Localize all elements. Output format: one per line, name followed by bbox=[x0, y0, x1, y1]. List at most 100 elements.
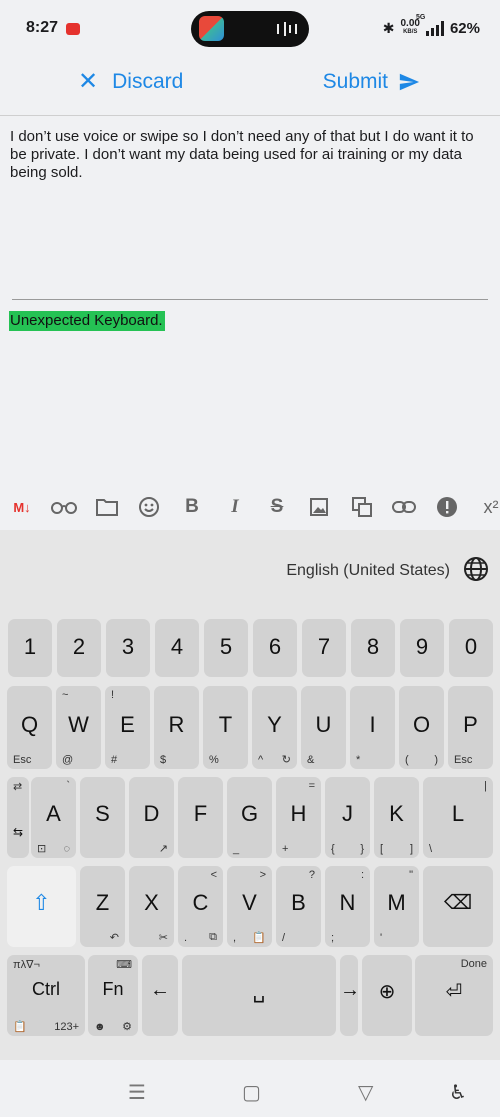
audio-wave-icon bbox=[277, 22, 297, 36]
folder-icon[interactable] bbox=[95, 494, 119, 520]
key-1-6[interactable]: U & bbox=[301, 686, 346, 769]
key-3-1[interactable]: Z ↶ bbox=[80, 866, 125, 947]
emoji-icon[interactable] bbox=[137, 494, 161, 520]
key-3-0[interactable]: ⇧ bbox=[7, 866, 76, 947]
italic-icon[interactable]: I bbox=[225, 494, 245, 520]
key-sublabel-br: ) bbox=[434, 754, 438, 766]
notification-icon bbox=[66, 23, 80, 35]
key-sublabel-bl: + bbox=[282, 843, 289, 855]
key-sublabel-bl: & bbox=[307, 754, 315, 766]
key-sublabel-tr: ⌨ bbox=[116, 959, 132, 971]
key-label: C bbox=[192, 890, 209, 915]
bold-icon[interactable]: B bbox=[182, 494, 202, 520]
key-3-5[interactable]: B? / bbox=[276, 866, 321, 947]
key-0-1[interactable]: 2 bbox=[57, 619, 101, 677]
image-icon[interactable] bbox=[308, 494, 330, 520]
spoiler-icon[interactable] bbox=[436, 494, 458, 520]
key-2-1[interactable]: A ` ⊡ ◌ bbox=[31, 777, 76, 858]
key-label: ⊕ bbox=[378, 981, 396, 1003]
key-1-4[interactable]: T% bbox=[203, 686, 248, 769]
close-icon: ✕ bbox=[78, 68, 99, 95]
key-4-2[interactable]: ← bbox=[142, 955, 178, 1036]
key-label: 7 bbox=[317, 634, 331, 659]
key-3-3[interactable]: C <. ⧉ bbox=[178, 866, 223, 947]
recents-icon[interactable]: ☰ bbox=[128, 1080, 146, 1105]
key-2-9[interactable]: L | \ bbox=[423, 777, 493, 858]
key-sublabel-bl: 📋 bbox=[13, 1021, 27, 1033]
link-icon[interactable] bbox=[392, 494, 416, 520]
key-0-6[interactable]: 7 bbox=[302, 619, 346, 677]
key-0-7[interactable]: 8 bbox=[351, 619, 395, 677]
key-3-4[interactable]: V >, 📋 bbox=[227, 866, 272, 947]
submit-label: Submit bbox=[322, 70, 388, 93]
key-sublabel-bl: ' bbox=[380, 932, 383, 944]
discard-label: Discard bbox=[112, 70, 184, 93]
key-0-2[interactable]: 3 bbox=[106, 619, 150, 677]
accessibility-icon[interactable]: ♿ bbox=[449, 1080, 467, 1105]
key-sublabel-br: ✂ bbox=[158, 932, 168, 944]
key-0-9[interactable]: 0 bbox=[449, 619, 493, 677]
back-icon[interactable]: ▽ bbox=[358, 1080, 373, 1105]
superscript-icon[interactable]: x² bbox=[479, 494, 500, 520]
key-4-6[interactable]: ⏎ Done bbox=[415, 955, 493, 1036]
submit-button[interactable]: Submit bbox=[323, 70, 420, 94]
key-2-7[interactable]: J {} bbox=[325, 777, 370, 858]
key-2-8[interactable]: K [] bbox=[374, 777, 419, 858]
key-2-0[interactable]: ⇆ ⇄ bbox=[7, 777, 29, 858]
key-3-8[interactable]: ⌫ bbox=[423, 866, 493, 947]
speed-unit: KB/S bbox=[403, 29, 418, 35]
key-label: J bbox=[342, 801, 353, 826]
key-label: 6 bbox=[268, 634, 282, 659]
key-0-0[interactable]: 1 bbox=[8, 619, 52, 677]
key-2-5[interactable]: G _ bbox=[227, 777, 272, 858]
comment-text-field[interactable]: I don’t use voice or swipe so I don’t ne… bbox=[10, 128, 490, 182]
key-sublabel-tl: πλ∇¬ bbox=[13, 959, 40, 971]
key-4-3[interactable]: ␣ bbox=[182, 955, 336, 1036]
key-0-5[interactable]: 6 bbox=[253, 619, 297, 677]
key-label: Fn bbox=[102, 979, 124, 999]
key-1-3[interactable]: R $ bbox=[154, 686, 199, 769]
key-label: E bbox=[120, 712, 135, 737]
globe-icon[interactable] bbox=[463, 556, 489, 582]
markdown-icon[interactable]: M↓ bbox=[10, 494, 34, 520]
key-sublabel-tr: Done bbox=[460, 958, 487, 970]
copy-icon[interactable] bbox=[350, 494, 374, 520]
discard-button[interactable]: ✕ Discard bbox=[78, 70, 183, 94]
key-0-8[interactable]: 9 bbox=[400, 619, 444, 677]
key-label: O bbox=[412, 712, 431, 737]
status-bar: 8:27 ✱ 0.00 KB/S 5G 62% bbox=[0, 0, 500, 58]
highlighted-text[interactable]: Unexpected Keyboard. bbox=[9, 311, 165, 331]
key-0-3[interactable]: 4 bbox=[155, 619, 199, 677]
preview-glasses-icon[interactable] bbox=[50, 494, 78, 520]
key-4-4[interactable]: → bbox=[340, 955, 360, 1036]
key-3-6[interactable]: N:; bbox=[325, 866, 370, 947]
key-label: W bbox=[68, 712, 89, 737]
key-4-1[interactable]: Fn ⌨ ☻ ⚙ bbox=[88, 955, 138, 1036]
home-icon[interactable]: ▢ bbox=[242, 1080, 261, 1105]
key-2-6[interactable]: H = + bbox=[276, 777, 321, 858]
key-1-1[interactable]: W ~ @ bbox=[56, 686, 101, 769]
key-sublabel-tr: < bbox=[210, 869, 217, 881]
key-2-4[interactable]: F bbox=[178, 777, 223, 858]
key-4-5[interactable]: ⊕ bbox=[362, 955, 412, 1036]
key-1-0[interactable]: Q Esc bbox=[7, 686, 52, 769]
strikethrough-icon[interactable]: S bbox=[265, 494, 289, 520]
key-2-2[interactable]: S bbox=[80, 777, 125, 858]
key-3-2[interactable]: X ✂ bbox=[129, 866, 174, 947]
key-1-5[interactable]: Y ^ ↻ bbox=[252, 686, 297, 769]
key-label: N bbox=[339, 890, 356, 915]
key-4-0[interactable]: Ctrl πλ∇¬ 📋 123+ bbox=[7, 955, 85, 1036]
key-1-8[interactable]: O () bbox=[399, 686, 444, 769]
keyboard-language[interactable]: English (United States) bbox=[286, 562, 450, 580]
key-sublabel-bl: ( bbox=[405, 754, 409, 766]
key-3-7[interactable]: M " ' bbox=[374, 866, 419, 947]
key-sublabel-br: ↗ bbox=[158, 843, 168, 855]
key-1-9[interactable]: P Esc bbox=[448, 686, 493, 769]
key-1-2[interactable]: E! # bbox=[105, 686, 150, 769]
key-1-7[interactable]: I * bbox=[350, 686, 395, 769]
key-2-3[interactable]: D ↗ bbox=[129, 777, 174, 858]
key-label: ⇆ bbox=[12, 825, 24, 839]
key-0-4[interactable]: 5 bbox=[204, 619, 248, 677]
key-sublabel-bl: @ bbox=[62, 754, 74, 766]
dynamic-island[interactable] bbox=[191, 11, 309, 47]
